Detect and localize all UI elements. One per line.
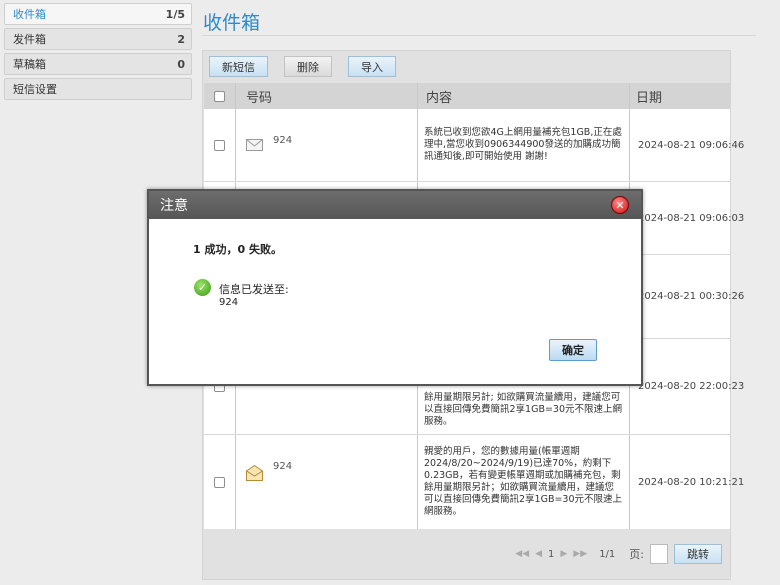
sidebar-item-label: 收件箱 [13,8,46,21]
success-check-icon: ✓ [194,279,211,296]
dialog-title: 注意 [160,198,188,214]
sidebar-item-drafts[interactable]: 草稿箱 0 [4,53,192,75]
title-divider [202,35,756,36]
sent-to-label: 信息已发送至: [219,283,289,296]
row-date: 2024-08-21 09:06:46 [638,139,745,151]
jump-button[interactable]: 跳转 [674,544,722,564]
row-date: 2024-08-21 00:30:26 [638,291,745,302]
delete-button[interactable]: 删除 [284,56,332,77]
table-header: 号码 内容 日期 [204,83,730,109]
header-number: 号码 [236,83,418,109]
prev-page-icon[interactable]: ◀ [535,549,542,559]
new-sms-button[interactable]: 新短信 [209,56,268,77]
row-check-cell [204,435,236,529]
row-check-cell [204,109,236,181]
header-date: 日期 [636,90,663,106]
row-checkbox[interactable] [214,476,225,488]
row-number: 924 [273,135,293,146]
dialog-header: 注意 ✕ [149,191,641,219]
page-total: 1/1 [599,548,616,560]
page-title: 收件箱 [203,12,261,34]
sidebar-item-count: 0 [177,57,185,71]
first-page-icon[interactable]: ◀◀ [515,549,529,559]
toolbar: 新短信 删除 导入 [209,56,396,77]
close-icon[interactable]: ✕ [611,196,629,214]
sidebar-item-label: 草稿箱 [13,58,46,71]
notice-dialog: 注意 ✕ 1 成功，0 失败。 ✓ 信息已发送至: 924 确定 [147,189,643,386]
sidebar-item-count: 1/5 [165,7,185,21]
row-date: 2024-08-20 22:00:23 [638,381,745,392]
row-date: 2024-08-21 09:06:03 [638,212,745,224]
header-content: 内容 [418,83,630,109]
row-number-cell: 924 [236,435,418,529]
sidebar-item-outbox[interactable]: 发件箱 2 [4,28,192,50]
read-envelope-icon [246,139,263,151]
select-all-checkbox[interactable] [214,90,225,102]
page-input[interactable] [650,544,668,564]
table-row[interactable]: 924 系統已收到您欲4G上網用量補充包1GB,正在處理中,當您收到090634… [204,109,745,182]
row-number: 924 [273,461,293,472]
sidebar-item-sms-settings[interactable]: 短信设置 [4,78,192,100]
page-label: 页: [629,548,644,561]
last-page-icon[interactable]: ▶▶ [573,549,587,559]
row-content: 系統已收到您欲4G上網用量補充包1GB,正在處理中,當您收到0906344900… [418,109,630,181]
table-row[interactable]: 924 親愛的用戶，您的數據用量(帳單週期2024/8/20~2024/9/19… [204,435,745,530]
result-summary: 1 成功，0 失败。 [193,243,282,256]
row-checkbox[interactable] [214,139,225,151]
current-page[interactable]: 1 [548,549,554,560]
pagination: ◀◀ ◀ 1 ▶ ▶▶ 1/1 页: 跳转 [204,529,730,579]
sidebar: 收件箱 1/5 发件箱 2 草稿箱 0 短信设置 [4,3,192,103]
confirm-button[interactable]: 确定 [549,339,597,361]
row-date: 2024-08-20 10:21:21 [638,476,745,488]
import-button[interactable]: 导入 [348,56,396,77]
row-number-cell: 924 [236,109,418,181]
open-envelope-icon [246,465,263,481]
next-page-icon[interactable]: ▶ [560,549,567,559]
sidebar-item-label: 发件箱 [13,33,46,46]
row-content: 親愛的用戶，您的數據用量(帳單週期2024/8/20~2024/9/19)已達7… [418,435,630,529]
sidebar-item-count: 2 [177,32,185,46]
sent-to-number: 924 [219,297,239,308]
sidebar-item-label: 短信设置 [13,83,57,96]
sidebar-item-inbox[interactable]: 收件箱 1/5 [4,3,192,25]
select-all-cell [204,83,236,109]
